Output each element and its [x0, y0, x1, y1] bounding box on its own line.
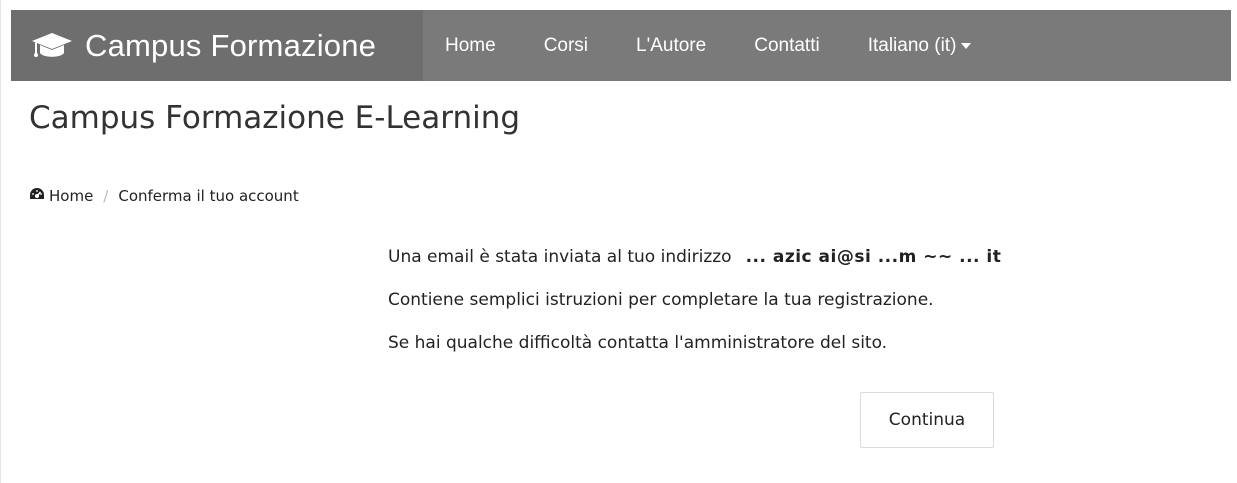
language-label: Italiano (it): [867, 34, 957, 56]
breadcrumb-separator: /: [103, 187, 109, 205]
email-address: ... azic ai@si ...m ~~ ... it: [745, 247, 1002, 267]
nav-item-contatti[interactable]: Contatti: [730, 10, 843, 81]
breadcrumb: Home / Conferma il tuo account: [29, 187, 299, 205]
brand-title: Campus Formazione: [85, 27, 377, 63]
message-line-contact: Se hai qualche difficoltà contatta l'amm…: [388, 333, 888, 353]
graduation-cap-icon: [31, 31, 73, 61]
message-line-instructions: Contiene semplici istruzioni per complet…: [388, 290, 934, 310]
breadcrumb-current: Conferma il tuo account: [118, 187, 299, 205]
caret-down-icon: [961, 42, 972, 49]
language-dropdown[interactable]: Italiano (it): [844, 10, 996, 81]
top-navbar: Campus Formazione Home Corsi L'Autore Co…: [11, 10, 1231, 81]
page: Campus Formazione Home Corsi L'Autore Co…: [0, 0, 1237, 483]
message-line-email: Una email è stata inviata al tuo indiriz…: [388, 245, 1001, 288]
nav-item-corsi[interactable]: Corsi: [520, 10, 612, 81]
nav-item-home[interactable]: Home: [423, 10, 520, 81]
nav-menu: Home Corsi L'Autore Contatti Italiano (i…: [423, 10, 995, 81]
dashboard-icon: [29, 187, 49, 205]
breadcrumb-home[interactable]: Home: [29, 187, 93, 205]
message-sent-text: Una email è stata inviata al tuo indiriz…: [388, 247, 732, 267]
continue-button[interactable]: Continua: [860, 392, 994, 448]
confirmation-message: Una email è stata inviata al tuo indiriz…: [388, 245, 1001, 374]
nav-item-autore[interactable]: L'Autore: [612, 10, 730, 81]
page-title: Campus Formazione E-Learning: [29, 100, 521, 136]
brand-link[interactable]: Campus Formazione: [11, 10, 423, 81]
breadcrumb-home-label: Home: [49, 187, 94, 205]
